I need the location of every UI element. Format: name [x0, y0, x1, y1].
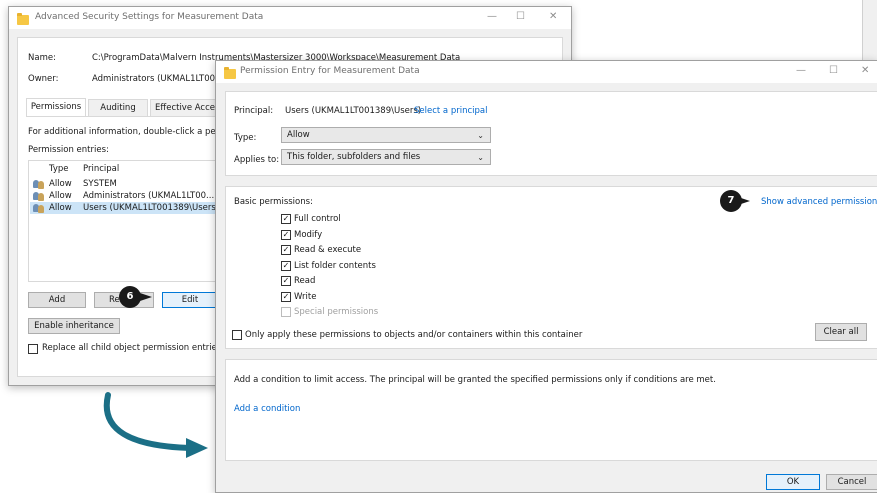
type-value: Allow — [287, 130, 310, 140]
enable-inheritance-button[interactable]: Enable inheritance — [28, 318, 120, 334]
replace-checkbox[interactable] — [28, 344, 38, 354]
chevron-down-icon: ⌄ — [477, 153, 484, 162]
row-principal: Administrators (UKMAL1LT00... — [83, 191, 215, 201]
title-bar: Advanced Security Settings for Measureme… — [9, 7, 571, 29]
condition-text: Add a condition to limit access. The pri… — [234, 375, 716, 385]
edit-button[interactable]: Edit — [162, 292, 218, 308]
badge-pointer — [140, 293, 152, 301]
select-principal-link[interactable]: Select a principal — [414, 106, 487, 116]
maximize-button[interactable]: ☐ — [829, 65, 838, 76]
tab-permissions[interactable]: Permissions — [26, 98, 86, 116]
entries-label: Permission entries: — [28, 145, 109, 155]
permission-entry-window: Permission Entry for Measurement Data — … — [215, 60, 877, 493]
col-principal[interactable]: Principal — [83, 164, 119, 174]
row-type: Allow — [49, 191, 72, 201]
folder-icon — [224, 67, 236, 79]
minimize-button[interactable]: — — [796, 65, 806, 76]
write-label: Write — [294, 292, 317, 302]
full-control-checkbox[interactable]: ✓ — [281, 214, 291, 224]
users-icon — [33, 180, 45, 189]
folder-icon — [17, 13, 29, 25]
applies-to-select[interactable]: This folder, subfolders and files ⌄ — [281, 149, 491, 165]
permission-entries-list: Type Principal A Allow SYSTEM F Allow Ad… — [28, 160, 228, 282]
write-checkbox[interactable]: ✓ — [281, 292, 291, 302]
principal-value: Users (UKMAL1LT001389\Users) — [285, 106, 422, 116]
permissions-panel: Basic permissions: Show advanced permiss… — [225, 186, 877, 349]
step-badge: 6 — [119, 286, 141, 308]
minimize-button[interactable]: — — [487, 11, 497, 22]
window-title: Advanced Security Settings for Measureme… — [35, 12, 264, 22]
tab-auditing[interactable]: Auditing — [88, 99, 148, 116]
list-folder-contents-label: List folder contents — [294, 261, 376, 271]
row-type: Allow — [49, 179, 72, 189]
only-apply-label: Only apply these permissions to objects … — [245, 330, 583, 340]
background-window-edge — [862, 0, 877, 60]
curved-arrow-icon — [103, 392, 208, 458]
chevron-down-icon: ⌄ — [477, 131, 484, 140]
read-label: Read — [294, 276, 316, 286]
window-title: Permission Entry for Measurement Data — [240, 66, 420, 76]
close-button[interactable]: ✕ — [549, 11, 557, 22]
basic-permissions-label: Basic permissions: — [234, 197, 313, 207]
replace-label: Replace all child object permission entr… — [42, 343, 243, 353]
name-label: Name: — [28, 53, 56, 63]
type-select[interactable]: Allow ⌄ — [281, 127, 491, 143]
list-folder-contents-checkbox[interactable]: ✓ — [281, 261, 291, 271]
modify-checkbox[interactable]: ✓ — [281, 230, 291, 240]
only-apply-checkbox[interactable] — [232, 330, 242, 340]
owner-label: Owner: — [28, 74, 59, 84]
special-permissions-label: Special permissions — [294, 307, 379, 317]
type-label: Type: — [234, 133, 257, 143]
tab-effective-access[interactable]: Effective Acce — [150, 99, 220, 116]
applies-label: Applies to: — [234, 155, 280, 165]
principal-label: Principal: — [234, 106, 274, 116]
clear-all-button[interactable]: Clear all — [815, 323, 867, 341]
col-type[interactable]: Type — [49, 164, 69, 174]
row-type: Allow — [49, 203, 72, 213]
add-condition-link[interactable]: Add a condition — [234, 404, 300, 414]
users-icon — [33, 192, 45, 201]
maximize-button[interactable]: ☐ — [516, 11, 525, 22]
applies-value: This folder, subfolders and files — [287, 152, 421, 162]
read-checkbox[interactable]: ✓ — [281, 276, 291, 286]
modify-label: Modify — [294, 230, 323, 240]
add-button[interactable]: Add — [28, 292, 86, 308]
read-execute-label: Read & execute — [294, 245, 362, 255]
special-permissions-checkbox — [281, 307, 291, 317]
show-advanced-permissions-link[interactable]: Show advanced permissions — [761, 197, 877, 207]
row-principal: SYSTEM — [83, 179, 117, 189]
cancel-button[interactable]: Cancel — [826, 474, 877, 490]
row-principal: Users (UKMAL1LT001389\Users) — [83, 203, 220, 213]
title-bar: Permission Entry for Measurement Data — … — [216, 61, 877, 83]
condition-panel: Add a condition to limit access. The pri… — [225, 359, 877, 461]
ok-button[interactable]: OK — [766, 474, 820, 490]
step-badge: 7 — [720, 190, 742, 212]
read-execute-checkbox[interactable]: ✓ — [281, 245, 291, 255]
close-button[interactable]: ✕ — [861, 65, 869, 76]
principal-panel: Principal: Users (UKMAL1LT001389\Users) … — [225, 91, 877, 176]
info-text: For additional information, double-click… — [28, 127, 235, 137]
users-icon — [33, 204, 45, 213]
full-control-label: Full control — [294, 214, 341, 224]
owner-value: Administrators (UKMAL1LT00138 — [92, 74, 232, 84]
